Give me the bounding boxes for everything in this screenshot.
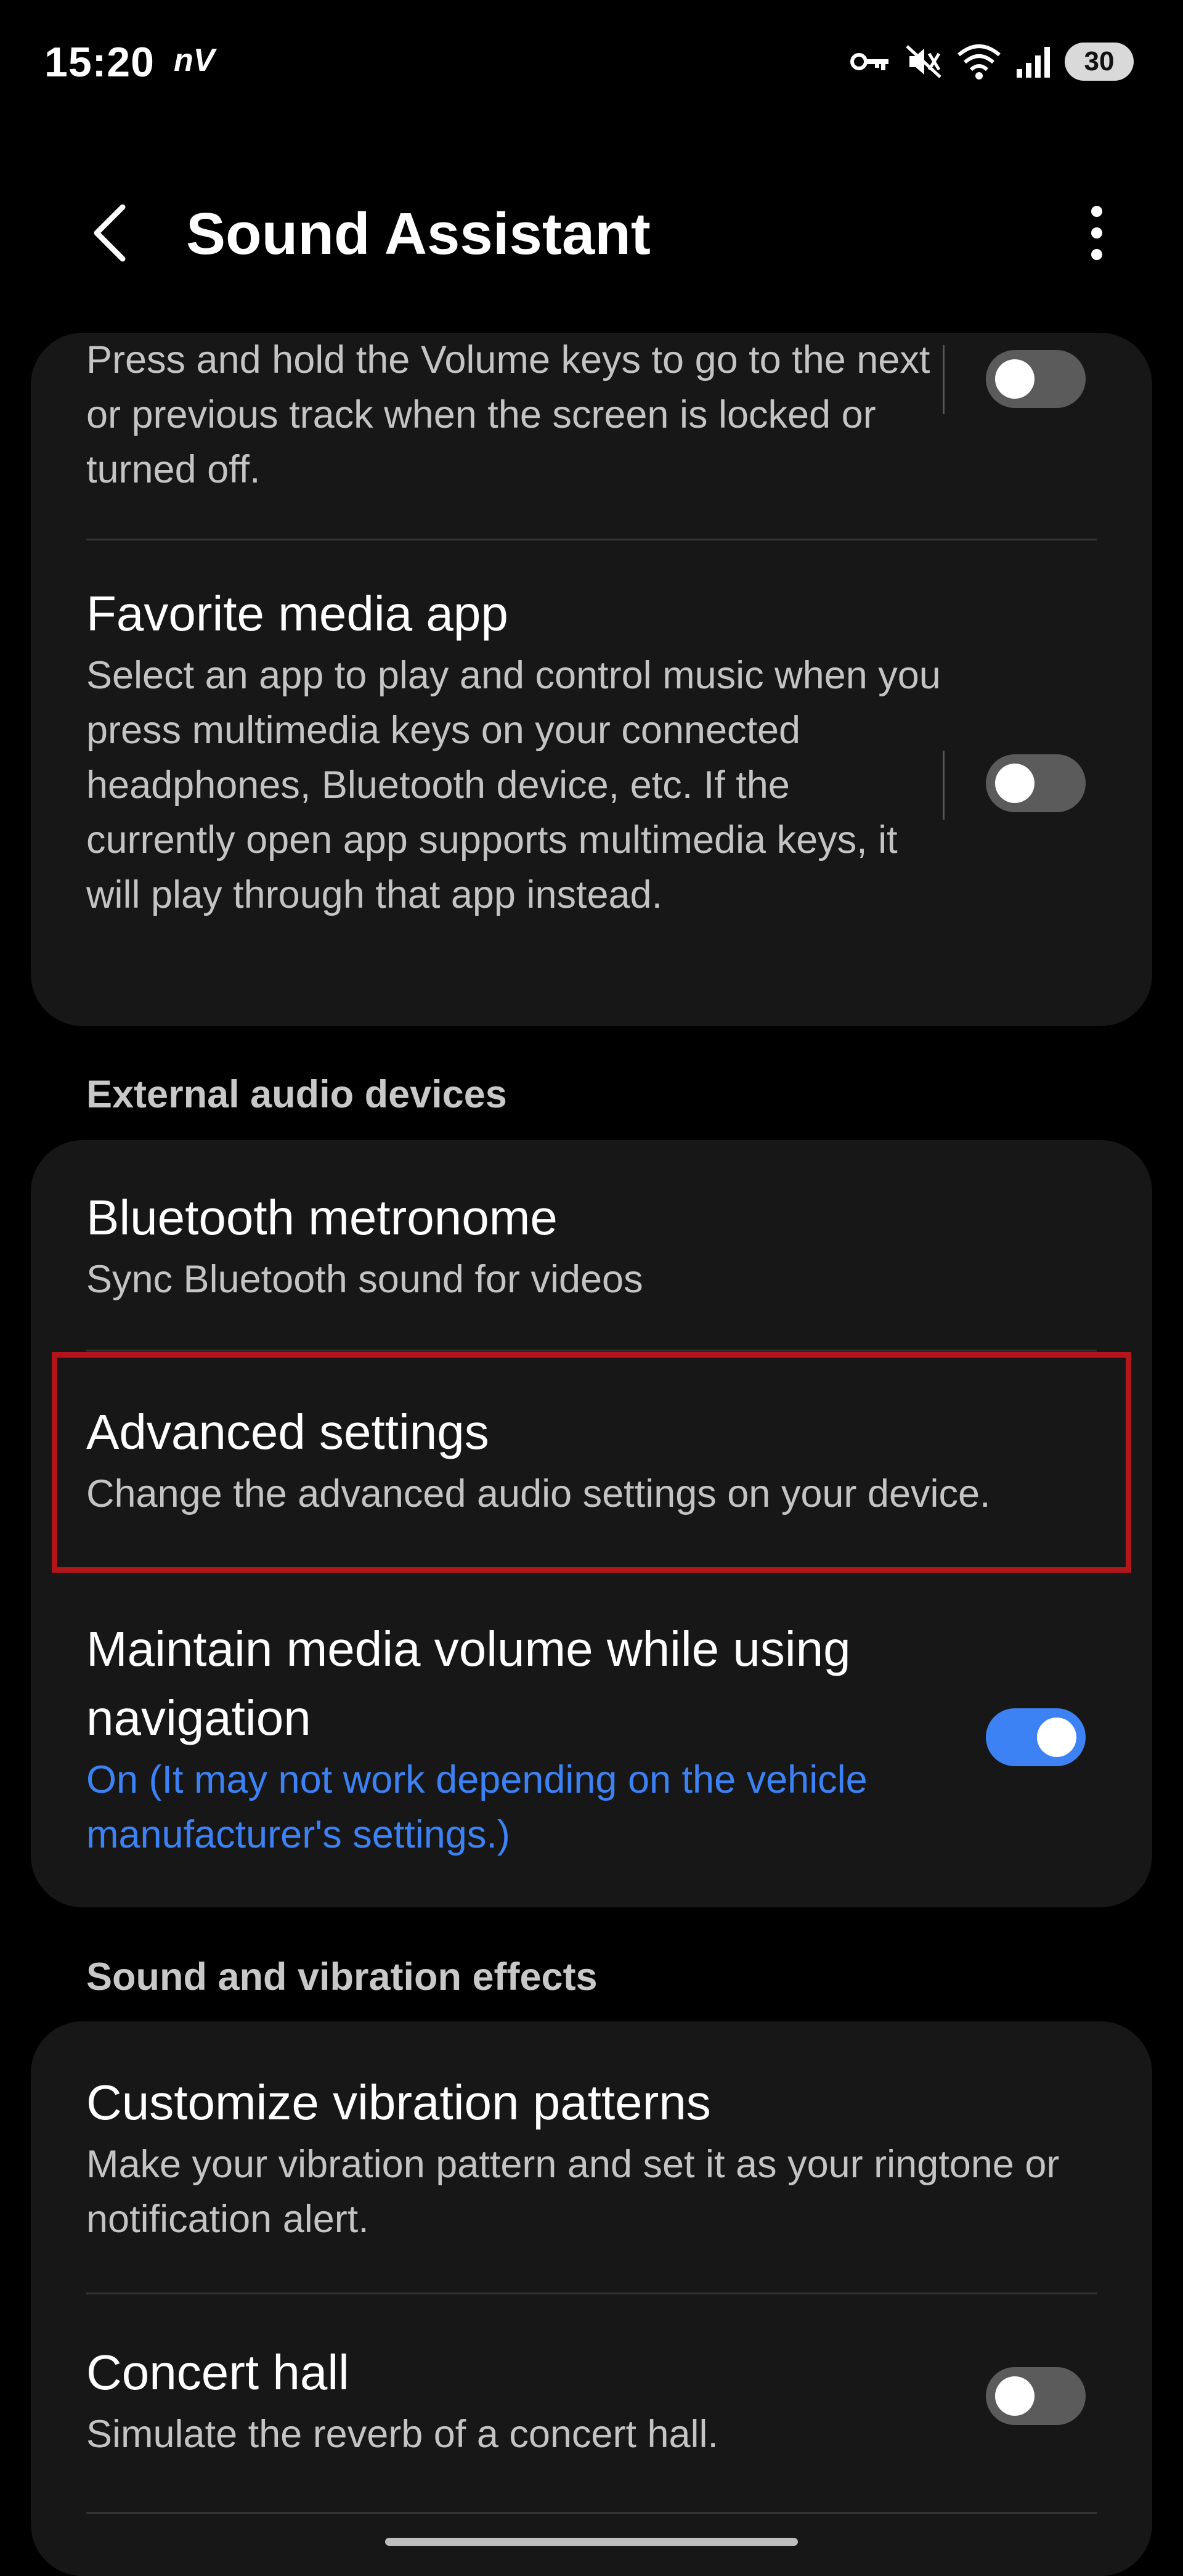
back-chevron-icon [88, 202, 131, 267]
back-button[interactable] [73, 197, 147, 271]
highlight-box [52, 1352, 1131, 1573]
status-bar: 15:20 nV 30 [0, 0, 1183, 123]
setting-status-description: On (It may not work depending on the veh… [86, 1758, 868, 1856]
setting-row-volume-keys-track[interactable]: Press and hold the Volume keys to go to … [86, 333, 949, 497]
toggle-knob [995, 359, 1035, 399]
toggle-separator [943, 751, 945, 820]
setting-description: Select an app to play and control music … [86, 654, 941, 916]
signal-icon [1015, 44, 1051, 79]
battery-icon: 30 [1065, 43, 1134, 81]
setting-row-bluetooth-metronome[interactable]: Bluetooth metronome Sync Bluetooth sound… [86, 1183, 1097, 1307]
setting-description: Press and hold the Volume keys to go to … [86, 338, 930, 491]
volume-keys-track-toggle[interactable] [986, 350, 1086, 408]
divider [86, 1350, 1097, 1351]
section-header-sound-vibration: Sound and vibration effects [86, 1955, 598, 1999]
toggle-knob [1037, 1718, 1076, 1757]
mute-vibrate-icon [905, 43, 943, 81]
more-options-button[interactable] [1072, 197, 1121, 271]
status-icons: 30 [850, 37, 1134, 86]
status-time: 15:20 [44, 39, 155, 86]
setting-title: Maintain media volume while using naviga… [86, 1621, 851, 1745]
section-header-external-audio: External audio devices [86, 1073, 507, 1116]
more-vertical-icon [1089, 205, 1104, 264]
wifi-icon [956, 43, 1002, 81]
setting-description: Simulate the reverb of a concert hall. [86, 2413, 719, 2456]
toggle-separator [943, 345, 945, 414]
setting-row-maintain-media-volume[interactable]: Maintain media volume while using naviga… [86, 1615, 949, 1862]
setting-row-customize-vibration[interactable]: Customize vibration patterns Make your v… [86, 2068, 1097, 2247]
page-title: Sound Assistant [186, 201, 651, 267]
setting-description: Make your vibration pattern and set it a… [86, 2143, 1060, 2241]
vpn-key-icon [850, 49, 891, 74]
concert-hall-toggle[interactable] [986, 2367, 1086, 2425]
setting-description: Sync Bluetooth sound for videos [86, 1258, 643, 1301]
divider [86, 539, 1097, 540]
toggle-knob [995, 764, 1035, 803]
setting-title: Concert hall [86, 2345, 349, 2400]
app-header: Sound Assistant [0, 173, 1183, 296]
divider [86, 2293, 1097, 2294]
settings-card-media-keys: Press and hold the Volume keys to go to … [31, 333, 1152, 1026]
divider [86, 2512, 1097, 2514]
setting-row-concert-hall[interactable]: Concert hall Simulate the reverb of a co… [86, 2338, 949, 2462]
status-carrier-label: nV [174, 43, 215, 78]
setting-title: Bluetooth metronome [86, 1190, 558, 1245]
setting-row-favorite-media-app[interactable]: Favorite media app Select an app to play… [86, 579, 949, 923]
setting-title: Customize vibration patterns [86, 2075, 711, 2130]
settings-card-sound-vibration: Customize vibration patterns Make your v… [31, 2021, 1152, 2576]
home-indicator[interactable] [385, 2538, 798, 2546]
setting-title: Favorite media app [86, 586, 508, 641]
favorite-media-app-toggle[interactable] [986, 754, 1086, 812]
toggle-knob [995, 2376, 1035, 2416]
maintain-media-volume-toggle[interactable] [986, 1708, 1086, 1766]
